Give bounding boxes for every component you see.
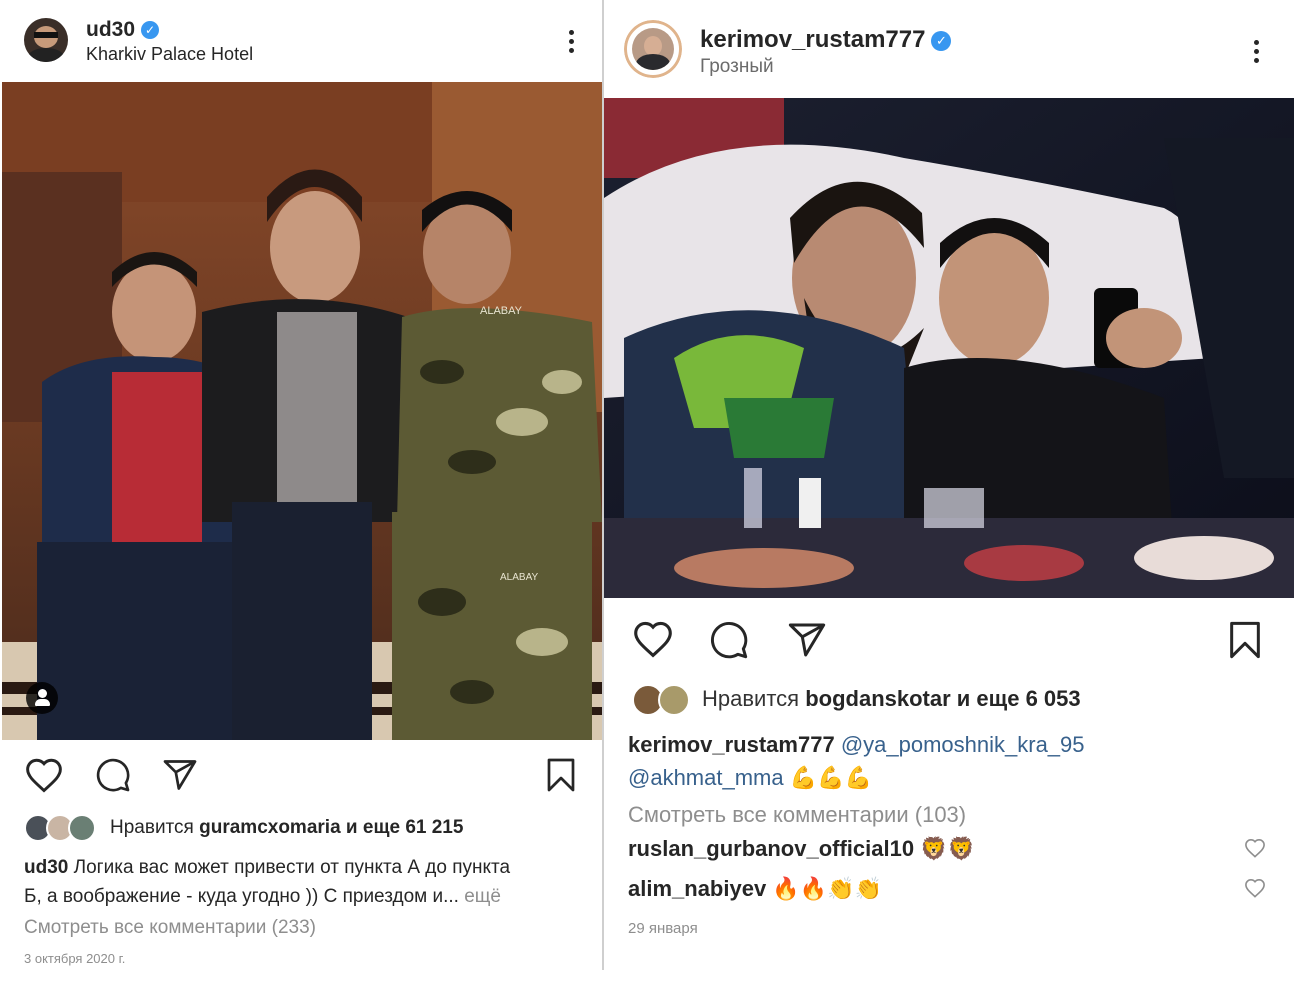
right-username[interactable]: kerimov_rustam777 ✓ xyxy=(700,26,952,54)
verified-badge-icon: ✓ xyxy=(141,21,160,40)
left-username[interactable]: ud30 ✓ xyxy=(86,18,160,42)
left-likes[interactable]: Нравится guramcxomaria и еще 61 215 xyxy=(110,817,463,839)
comment-icon[interactable] xyxy=(95,757,131,793)
caption-more[interactable]: ещё xyxy=(464,886,501,907)
likes-prefix: Нравится xyxy=(110,817,194,838)
heart-icon[interactable] xyxy=(632,620,674,658)
post-right: kerimov_rustam777 ✓ Грозный Нравится bog… xyxy=(604,0,1294,970)
comment-like-heart-icon[interactable] xyxy=(1244,878,1266,903)
more-options-icon[interactable] xyxy=(1252,40,1260,67)
left-avatar[interactable] xyxy=(24,18,68,62)
caption-username[interactable]: kerimov_rustam777 xyxy=(628,732,835,757)
left-date: 3 октября 2020 г. xyxy=(24,951,126,966)
caption-mention-1[interactable]: @ya_pomoshnik_kra_95 xyxy=(841,732,1085,757)
bookmark-icon[interactable] xyxy=(546,757,576,793)
right-date: 29 января xyxy=(628,920,698,937)
left-post-photo[interactable]: ALABAY ALABAY xyxy=(2,82,602,740)
comment-text: 🦁🦁 xyxy=(920,836,976,861)
share-icon[interactable] xyxy=(787,620,827,660)
more-options-icon[interactable] xyxy=(567,30,575,57)
comment-row: ruslan_gurbanov_official10 🦁🦁 xyxy=(628,836,975,862)
right-view-all-comments[interactable]: Смотреть все комментарии (103) xyxy=(628,802,966,828)
left-view-all-comments[interactable]: Смотреть все комментарии (233) xyxy=(24,917,316,939)
likes-user[interactable]: guramcxomaria xyxy=(199,817,341,838)
left-caption: ud30 Логика вас может привести от пункта… xyxy=(24,853,594,911)
caption-line1: Логика вас может привести от пункта А до… xyxy=(73,857,511,878)
right-username-text[interactable]: kerimov_rustam777 xyxy=(700,26,925,53)
right-avatar[interactable] xyxy=(624,20,682,78)
right-likes[interactable]: Нравится bogdanskotar и еще 6 053 xyxy=(702,686,1081,712)
comment-username[interactable]: ruslan_gurbanov_official10 xyxy=(628,836,914,861)
left-username-text[interactable]: ud30 xyxy=(86,18,135,41)
share-icon[interactable] xyxy=(162,757,198,793)
right-post-photo[interactable] xyxy=(604,98,1294,598)
heart-icon[interactable] xyxy=(24,757,64,793)
caption-emoji: 💪💪💪 xyxy=(789,765,872,790)
left-photo-text-2: ALABAY xyxy=(500,572,538,583)
comment-row: alim_nabiyev 🔥🔥👏👏 xyxy=(628,876,882,902)
comment-icon[interactable] xyxy=(709,620,749,660)
left-location[interactable]: Kharkiv Palace Hotel xyxy=(86,44,253,65)
comment-text: 🔥🔥👏👏 xyxy=(772,876,882,901)
bookmark-icon[interactable] xyxy=(1228,620,1262,660)
left-photo-text-1: ALABAY xyxy=(480,305,523,317)
left-photo-image: ALABAY ALABAY xyxy=(2,82,602,740)
caption-username[interactable]: ud30 xyxy=(24,857,68,878)
verified-badge-icon: ✓ xyxy=(931,30,952,51)
likes-suffix[interactable]: и еще 6 053 xyxy=(957,686,1081,711)
right-photo-image xyxy=(604,98,1294,598)
user-tag-icon[interactable] xyxy=(26,682,58,714)
comment-username[interactable]: alim_nabiyev xyxy=(628,876,766,901)
comment-like-heart-icon[interactable] xyxy=(1244,838,1266,863)
liker-avatar xyxy=(68,814,96,842)
liker-avatar xyxy=(658,684,690,716)
caption-line2: Б, а воображение - куда угодно )) С прие… xyxy=(24,886,459,907)
likes-user[interactable]: bogdanskotar xyxy=(805,686,950,711)
caption-mention-2[interactable]: @akhmat_mma xyxy=(628,765,784,790)
right-location[interactable]: Грозный xyxy=(700,56,774,78)
post-left: ud30 ✓ Kharkiv Palace Hotel ALABAY ALABA… xyxy=(0,0,603,970)
likes-suffix[interactable]: и еще 61 215 xyxy=(346,817,464,838)
right-caption: kerimov_rustam777 @ya_pomoshnik_kra_95 @… xyxy=(628,728,1268,794)
likes-prefix: Нравится xyxy=(702,686,800,711)
